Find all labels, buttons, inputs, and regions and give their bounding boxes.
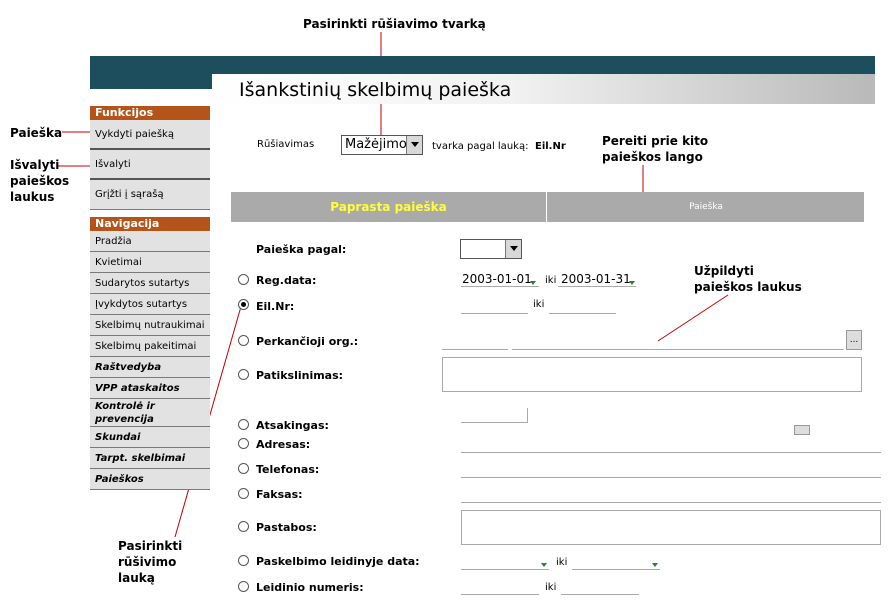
notes-textarea[interactable]: [461, 510, 881, 545]
radio-buyer[interactable]: [238, 335, 249, 346]
sidebar-item-records[interactable]: Raštvedyba: [90, 357, 210, 378]
eil-nr-label: Eil.Nr:: [256, 300, 295, 313]
sidebar-item-fulfilled-contracts[interactable]: Įvykdytos sutartys: [90, 294, 210, 315]
buyer-code-input[interactable]: [442, 335, 508, 350]
chevron-down-icon: [505, 240, 521, 258]
callout-next-window: Pereiti prie kito paieškos lango: [602, 134, 709, 164]
reg-date-label: Reg.data:: [256, 274, 317, 287]
phone-label: Telefonas:: [256, 463, 320, 476]
radio-eil-nr[interactable]: [238, 299, 249, 310]
address-label: Adresas:: [256, 438, 311, 451]
buyer-name-input[interactable]: [512, 335, 844, 350]
radio-reg-date[interactable]: [238, 274, 249, 285]
radio-fax[interactable]: [238, 488, 249, 499]
fax-input[interactable]: [461, 488, 881, 503]
reg-date-from-field: [461, 272, 539, 287]
sidebar-header-functions: Funkcijos: [90, 106, 210, 120]
issue-no-to-input[interactable]: [561, 580, 639, 595]
sidebar-item-vpp-reports[interactable]: VPP ataskaitos: [90, 378, 210, 399]
sidebar-item-intl-notices[interactable]: Tarpt. skelbimai: [90, 448, 210, 469]
radio-address[interactable]: [238, 438, 249, 449]
pub-date-from-input[interactable]: [461, 555, 549, 570]
search-by-select[interactable]: [460, 239, 522, 259]
callout-sort-field: Pasirinkti rūšivimo lauką: [118, 539, 183, 585]
radio-notes[interactable]: [238, 521, 249, 532]
sidebar-item-execute-search[interactable]: Vykdyti paiešką: [90, 120, 210, 150]
pub-date-to-dropdown-icon[interactable]: [652, 563, 658, 567]
sidebar-item-home[interactable]: Pradžia: [90, 231, 210, 252]
responsible-button[interactable]: [794, 425, 810, 435]
sidebar-item-invitations[interactable]: Kvietimai: [90, 252, 210, 273]
callout-sort-order: Pasirinkti rūšiavimo tvarką: [303, 17, 486, 31]
search-by-label: Paieška pagal:: [256, 243, 347, 256]
radio-issue-no[interactable]: [238, 581, 249, 592]
tab-search[interactable]: Paieška: [548, 192, 864, 222]
pub-date-to-input[interactable]: [572, 555, 660, 570]
page-title: Išankstinių skelbimų paieška: [239, 79, 512, 101]
responsible-input[interactable]: [461, 408, 528, 423]
sort-order-text: tvarka pagal lauką:: [432, 141, 529, 152]
pub-date-from-dropdown-icon[interactable]: [541, 563, 547, 567]
details-textarea[interactable]: [442, 357, 862, 392]
sidebar-item-control-prevention[interactable]: Kontrolė ir prevencija: [90, 399, 210, 427]
details-label: Patikslinimas:: [256, 369, 344, 382]
pub-date-iki-label: iki: [556, 557, 568, 568]
search-tabs: Paprasta paieška Paieška: [231, 192, 864, 222]
issue-no-label: Leidinio numeris:: [256, 581, 364, 594]
sidebar-item-back-to-list[interactable]: Grįžti į sąrašą: [90, 180, 210, 210]
eil-nr-to-input[interactable]: [549, 299, 616, 314]
sidebar-item-searches[interactable]: Paieškos: [90, 469, 210, 490]
issue-no-iki-label: iki: [545, 582, 557, 593]
callout-fill: Užpildyti paieškos laukus: [694, 264, 802, 294]
tab-simple-search[interactable]: Paprasta paieška: [231, 192, 547, 222]
sort-order-select[interactable]: Mažėjimo: [341, 135, 423, 155]
eil-nr-from-input[interactable]: [461, 299, 528, 314]
eil-nr-iki-label: iki: [533, 299, 545, 310]
radio-phone[interactable]: [238, 463, 249, 474]
pub-date-label: Paskelbimo leidinyje data:: [256, 555, 420, 568]
address-input[interactable]: [461, 438, 881, 453]
sidebar-header-navigation: Navigacija: [90, 217, 210, 231]
sort-order-value: Mažėjimo: [345, 137, 407, 152]
notes-label: Pastabos:: [256, 521, 317, 534]
radio-pub-date[interactable]: [238, 555, 249, 566]
issue-no-from-input[interactable]: [461, 580, 539, 595]
fax-label: Faksas:: [256, 488, 303, 501]
sort-field-value: Eil.Nr: [535, 141, 566, 152]
responsible-label: Atsakingas:: [256, 419, 329, 432]
sidebar-item-notice-terminations[interactable]: Skelbimų nutraukimai: [90, 315, 210, 336]
sidebar-item-complaints[interactable]: Skundai: [90, 427, 210, 448]
sort-label: Rūšiavimas: [257, 139, 315, 150]
sidebar: Funkcijos Vykdyti paiešką Išvalyti Grįžt…: [90, 106, 210, 490]
radio-details[interactable]: [238, 369, 249, 380]
callout-search: Paieška: [10, 126, 63, 140]
sidebar-item-notice-changes[interactable]: Skelbimų pakeitimai: [90, 336, 210, 357]
sidebar-item-concluded-contracts[interactable]: Sudarytos sutartys: [90, 273, 210, 294]
buyer-label: Perkančioji org.:: [256, 335, 359, 348]
radio-responsible[interactable]: [238, 419, 249, 430]
date-iki-label: iki: [545, 275, 557, 286]
title-bar: Išankstinių skelbimų paieška: [212, 74, 875, 104]
chevron-down-icon: [406, 136, 422, 154]
reg-date-to-field: [558, 272, 636, 287]
sidebar-item-clear[interactable]: Išvalyti: [90, 150, 210, 180]
callout-clear: Išvalyti paieškos laukus: [10, 158, 70, 204]
phone-input[interactable]: [461, 463, 881, 478]
buyer-browse-button[interactable]: ...: [846, 330, 862, 350]
